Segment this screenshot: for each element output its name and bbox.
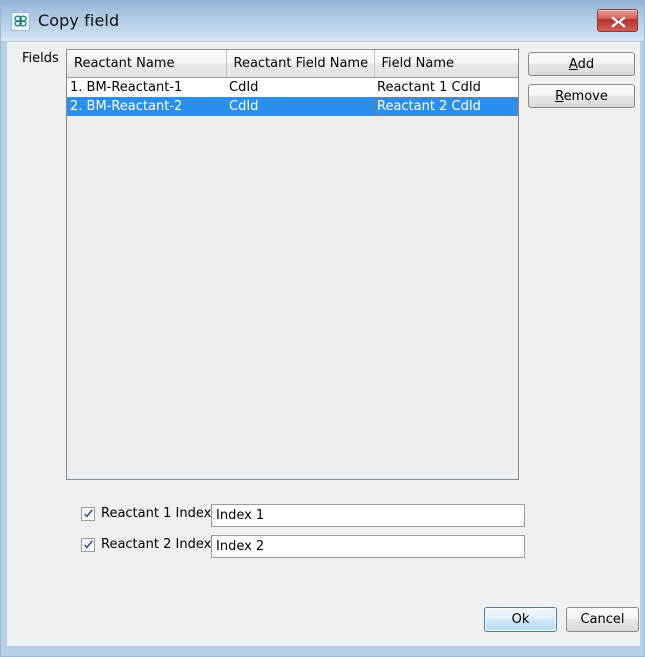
fields-table: Reactant Name Reactant Field Name Field … [67,50,518,116]
column-header-field-name[interactable]: Field Name [374,50,518,78]
fields-label: Fields [22,51,59,66]
remove-button-label: emove [563,88,608,104]
cell-reactant-name[interactable]: 1. BM-Reactant-1 [67,77,226,97]
remove-button-mnemonic: R [555,88,564,104]
reactant-1-index-label: Reactant 1 Index [101,506,212,521]
close-icon[interactable] [597,9,638,32]
copy-field-dialog: Copy field Fields Reactant Name Reactant… [0,0,645,657]
add-button-label: dd [577,56,595,72]
reactant-2-index-input[interactable] [211,535,525,558]
reactant-2-index-checkbox[interactable] [81,538,95,552]
reactant-1-index-input[interactable] [211,504,525,527]
cell-reactant-field-name[interactable]: CdId [226,77,374,97]
column-header-reactant-field-name[interactable]: Reactant Field Name [226,50,375,78]
table-row[interactable]: 1. BM-Reactant-1 CdId Reactant 1 CdId [67,77,518,97]
dialog-content: Fields Reactant Name Reactant Field Name… [7,42,640,646]
cell-reactant-field-name[interactable]: CdId [226,96,374,116]
remove-button[interactable]: Remove [528,84,635,108]
reactant-1-index-checkbox[interactable] [81,507,95,521]
cell-field-name[interactable]: Reactant 2 CdId [374,96,518,116]
window-title: Copy field [38,11,120,30]
table-header-row: Reactant Name Reactant Field Name Field … [67,50,518,78]
molecule-icon [11,12,30,31]
table-row[interactable]: 2. BM-Reactant-2 CdId Reactant 2 CdId [67,96,518,116]
add-button[interactable]: Add [528,52,635,76]
title-bar: Copy field [1,1,644,42]
add-button-mnemonic: A [568,56,578,72]
fields-table-panel[interactable]: Reactant Name Reactant Field Name Field … [66,49,519,480]
cell-reactant-name[interactable]: 2. BM-Reactant-2 [67,96,226,116]
reactant-2-index-label: Reactant 2 Index [101,537,212,552]
cell-field-name[interactable]: Reactant 1 CdId [374,77,518,97]
cancel-button[interactable]: Cancel [566,607,639,632]
fields-table-scroll: Reactant Name Reactant Field Name Field … [67,50,518,116]
ok-button[interactable]: Ok [484,607,557,632]
column-header-reactant-name[interactable]: Reactant Name [67,50,227,78]
